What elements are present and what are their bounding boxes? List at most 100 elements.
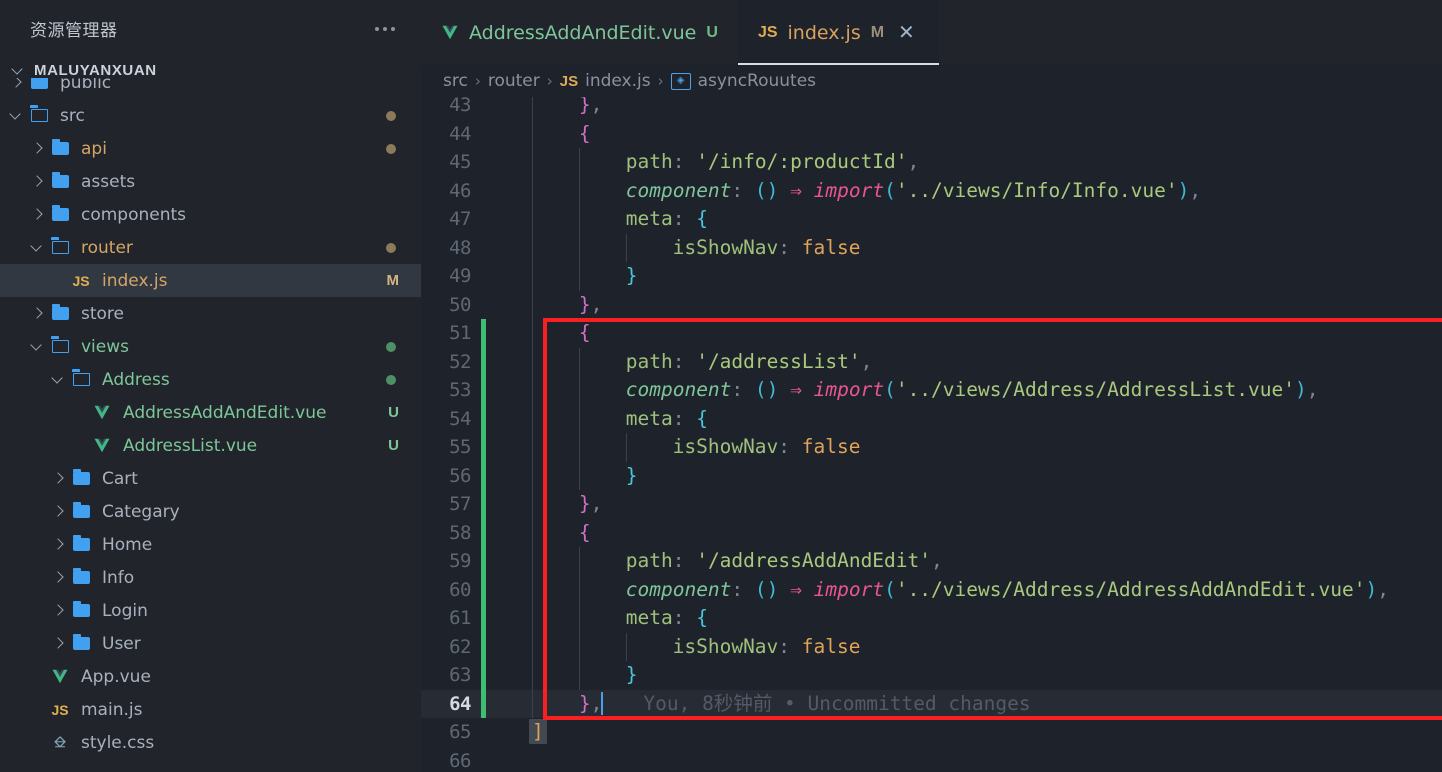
code-line-59[interactable]: 59path: '/addressAddAndEdit', xyxy=(421,547,1442,576)
code-line-51[interactable]: 51{ xyxy=(421,319,1442,348)
code-line-52[interactable]: 52path: '/addressList', xyxy=(421,348,1442,377)
chevron-right-icon[interactable] xyxy=(8,78,26,92)
line-number: 47 xyxy=(421,208,481,230)
code-line-43[interactable]: 43}, xyxy=(421,97,1442,120)
chevron-right-icon[interactable] xyxy=(50,602,68,620)
tree-item-style-css[interactable]: ⎒style.css xyxy=(0,726,421,759)
tree-item-info[interactable]: Info xyxy=(0,561,421,594)
chevron-down-icon[interactable] xyxy=(50,371,68,389)
code-line-56[interactable]: 56} xyxy=(421,462,1442,491)
git-change-marker xyxy=(481,291,486,320)
close-icon[interactable]: ✕ xyxy=(894,21,919,45)
tree-item-app-vue[interactable]: App.vue xyxy=(0,660,421,693)
code-line-57[interactable]: 57}, xyxy=(421,490,1442,519)
code-line-47[interactable]: 47meta: { xyxy=(421,205,1442,234)
chevron-down-icon[interactable] xyxy=(29,239,47,257)
code-line-50[interactable]: 50}, xyxy=(421,291,1442,320)
chevron-right-icon[interactable] xyxy=(50,536,68,554)
chevron-spacer xyxy=(50,272,68,290)
tree-item-router[interactable]: router xyxy=(0,231,421,264)
breadcrumb[interactable]: src›router›JSindex.js›◈asyncRouutes xyxy=(421,65,1442,97)
vue-icon xyxy=(93,438,111,453)
code-line-58[interactable]: 58{ xyxy=(421,519,1442,548)
tree-item-label: style.css xyxy=(81,733,154,753)
tree-item-src[interactable]: src xyxy=(0,99,421,132)
token: ⇒ xyxy=(778,179,813,202)
line-number: 45 xyxy=(421,151,481,173)
folder-status-dot xyxy=(386,111,396,121)
chevron-down-icon[interactable] xyxy=(8,107,26,125)
code-line-content: { xyxy=(510,319,1442,348)
chevron-down-icon[interactable] xyxy=(29,338,47,356)
file-icon-wrap xyxy=(47,175,73,188)
tree-item-components[interactable]: components xyxy=(0,198,421,231)
token: '../views/Address/AddressList.vue' xyxy=(896,378,1295,401)
token: } xyxy=(579,692,591,715)
editor-tab-index-js[interactable]: JSindex.jsM✕ xyxy=(738,0,939,65)
code-tokens: component: () ⇒ import('../views/Address… xyxy=(532,578,1389,601)
js-file-icon: JS xyxy=(51,702,68,718)
breadcrumb-item-index-js[interactable]: index.js xyxy=(585,71,651,91)
code-line-45[interactable]: 45path: '/info/:productId', xyxy=(421,148,1442,177)
chevron-right-icon[interactable] xyxy=(50,503,68,521)
token: import xyxy=(814,179,884,202)
file-icon-wrap xyxy=(47,208,73,221)
token: () xyxy=(755,578,778,601)
code-line-44[interactable]: 44{ xyxy=(421,120,1442,149)
code-line-48[interactable]: 48isShowNav: false xyxy=(421,234,1442,263)
tree-item-cart[interactable]: Cart xyxy=(0,462,421,495)
breadcrumb-item-asyncrouutes[interactable]: asyncRouutes xyxy=(698,71,816,91)
code-line-65[interactable]: 65] xyxy=(421,718,1442,747)
chevron-right-icon[interactable] xyxy=(29,140,47,158)
breadcrumb-item-router[interactable]: router xyxy=(488,71,540,91)
file-icon-wrap xyxy=(68,571,94,584)
chevron-right-icon[interactable] xyxy=(29,305,47,323)
chevron-right-icon[interactable] xyxy=(29,173,47,191)
tree-item-address[interactable]: Address xyxy=(0,363,421,396)
tree-item-api[interactable]: api xyxy=(0,132,421,165)
code-line-49[interactable]: 49} xyxy=(421,262,1442,291)
chevron-right-icon[interactable] xyxy=(50,569,68,587)
git-blame-annotation: You, 8秒钟前 • Uncommitted changes xyxy=(643,692,1030,715)
chevron-right-icon[interactable] xyxy=(50,470,68,488)
code-line-62[interactable]: 62isShowNav: false xyxy=(421,633,1442,662)
tree-item-home[interactable]: Home xyxy=(0,528,421,561)
tree-item-index-js[interactable]: JSindex.jsM xyxy=(0,264,421,297)
tree-item-login[interactable]: Login xyxy=(0,594,421,627)
git-change-marker xyxy=(481,661,486,690)
tree-item-views[interactable]: views xyxy=(0,330,421,363)
code-line-60[interactable]: 60component: () ⇒ import('../views/Addre… xyxy=(421,576,1442,605)
tree-item-public[interactable]: public xyxy=(0,78,421,99)
code-line-53[interactable]: 53component: () ⇒ import('../views/Addre… xyxy=(421,376,1442,405)
tree-item-categary[interactable]: Categary xyxy=(0,495,421,528)
token: : xyxy=(673,207,696,230)
code-line-66[interactable]: 66 xyxy=(421,747,1442,772)
editor-tab-addressaddandedit-vue[interactable]: AddressAddAndEdit.vueU xyxy=(421,0,738,65)
breadcrumb-item-src[interactable]: src xyxy=(443,71,468,91)
tree-item-addresslist-vue[interactable]: AddressList.vueU xyxy=(0,429,421,462)
token: meta xyxy=(626,207,673,230)
chevron-right-icon[interactable] xyxy=(29,206,47,224)
tree-item-main-js[interactable]: JSmain.js xyxy=(0,693,421,726)
code-line-61[interactable]: 61meta: { xyxy=(421,604,1442,633)
chevron-right-icon[interactable] xyxy=(50,635,68,653)
ellipsis-icon[interactable] xyxy=(371,21,399,37)
code-line-54[interactable]: 54meta: { xyxy=(421,405,1442,434)
code-line-55[interactable]: 55isShowNav: false xyxy=(421,433,1442,462)
token: ] xyxy=(529,719,547,744)
code-line-63[interactable]: 63} xyxy=(421,661,1442,690)
symbol-variable-icon: ◈ xyxy=(671,73,691,90)
tree-item-addressaddandedit-vue[interactable]: AddressAddAndEdit.vueU xyxy=(0,396,421,429)
code-editor[interactable]: 43},44{45path: '/info/:productId',46comp… xyxy=(421,97,1442,772)
code-line-64[interactable]: 64},You, 8秒钟前 • Uncommitted changes xyxy=(421,690,1442,719)
tree-item-store[interactable]: store xyxy=(0,297,421,330)
editor-tab-bar[interactable]: AddressAddAndEdit.vueUJSindex.jsM✕ xyxy=(421,0,1442,65)
code-tokens: }, xyxy=(532,293,602,316)
code-line-46[interactable]: 46component: () ⇒ import('../views/Info/… xyxy=(421,177,1442,206)
tree-item-user[interactable]: User xyxy=(0,627,421,660)
code-line-content: } xyxy=(510,262,1442,291)
tree-item-label: App.vue xyxy=(81,667,151,687)
folder-closed-icon xyxy=(52,142,69,155)
file-tree[interactable]: publicsrcapiassetscomponentsrouterJSinde… xyxy=(0,78,421,772)
tree-item-assets[interactable]: assets xyxy=(0,165,421,198)
